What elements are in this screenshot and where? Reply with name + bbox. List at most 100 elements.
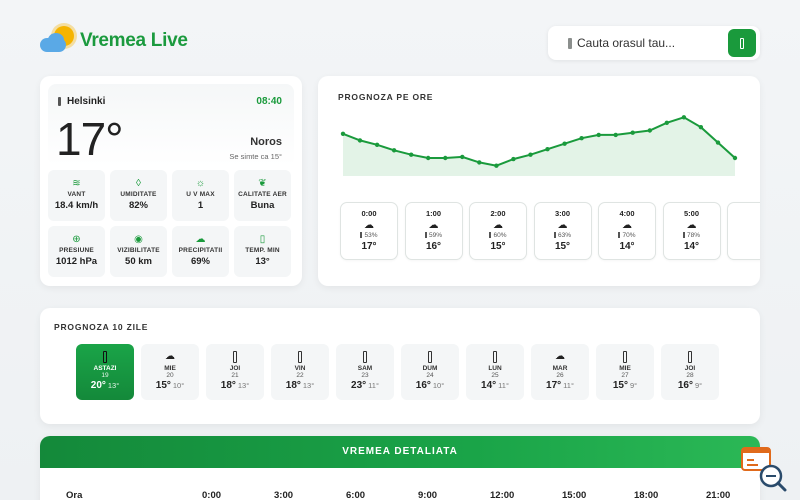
chart-point [647,128,652,133]
rain-icon [596,351,654,363]
hourly-item[interactable]: 2:00 ☁ 60% 15° [469,202,527,260]
day-max: 18° [285,380,301,391]
day-max: 15° [155,380,171,391]
hourly-temp: 16° [425,241,442,252]
floating-widget-icon[interactable] [740,446,788,492]
hourly-item[interactable] [727,202,760,260]
day-max: 23° [351,380,367,391]
cloud-icon: ☁ [364,220,374,231]
day-name: ASTAZI [93,365,117,372]
daily-item[interactable]: JOI 21 18° 13° [206,344,264,400]
day-max: 17° [546,380,562,391]
chart-point [409,152,414,157]
stat-value: 18.4 km/h [54,200,99,211]
chart-point [664,120,669,125]
chart-point [528,152,533,157]
stat-value: 50 km [125,256,152,267]
daily-item[interactable]: ☁ MIE 20 15° 10° [141,344,199,400]
wind-icon: ≋ [72,178,81,189]
rain-glyph [623,351,627,363]
stat-value: 13° [255,256,270,267]
daily-item[interactable]: SAM 23 23° 11° [336,344,394,400]
day-max: 16° [677,380,693,391]
day-name: SAM [357,365,373,372]
chart-point [391,148,397,153]
daily-item[interactable]: MIE 27 15° 9° [596,344,654,400]
hourly-precip: 78% [664,232,720,239]
daily-item[interactable]: ASTAZI 19 20° 13° [76,344,134,400]
day-temps: 15° 10° [141,380,199,391]
hourly-item[interactable]: 1:00 ☁ 59% 16° [404,202,463,260]
day-max: 14° [481,380,497,391]
detailed-hour: 9:00 [418,490,438,500]
stat-label: PRESIUNE [59,247,94,254]
detailed-weather-section: VREMEA DETALIATA Ora 0:00 3:00 6:00 9:00 12:0… [40,436,760,500]
rain-icon [424,232,427,238]
rain-icon [618,232,621,238]
current-temperature: 17° [56,113,124,165]
detailed-title: VREMEA DETALIATA [40,436,760,468]
day-temps: 18° 13° [271,380,329,391]
rain-glyph [493,351,497,363]
day-min: 10° [432,381,445,390]
daily-list: ASTAZI 19 20° 13° ☁ MIE 20 15° 10° JOI 21 18° 13° VIN… [76,344,726,400]
day-min: 9° [694,381,703,390]
day-name: MIE [619,365,631,372]
cloud-icon: ☁ [531,351,589,363]
hourly-temperature-chart [340,115,738,176]
hourly-time: 4:00 [619,209,635,218]
rain-icon [553,232,556,238]
hourly-precip: 59% [406,232,462,239]
rain-icon [360,232,363,238]
hourly-temp: 17° [361,241,377,252]
detailed-hour: 0:00 [202,490,222,500]
hourly-item[interactable]: 3:00 ☁ 63% 15° [533,202,592,260]
day-date: 22 [296,372,304,379]
sun-icon: ☼ [195,178,206,189]
day-date: 28 [686,372,694,379]
hourly-item[interactable]: 0:00 ☁ 53% 17° [340,202,398,260]
hourly-precip: 53% [341,232,397,239]
cloud-icon: ☁ [141,351,199,363]
rain-glyph [363,351,367,363]
daily-item[interactable]: ☁ MAR 26 17° 11° [531,344,589,400]
stat-label: VANT [67,191,86,198]
search-input[interactable] [577,36,717,50]
chart-point [613,132,618,138]
search-button-icon [740,37,744,49]
daily-item[interactable]: LUN 25 14° 11° [466,344,524,400]
chart-point [698,125,704,130]
day-date: 25 [491,372,499,379]
hourly-item[interactable]: 5:00 ☁ 78% 14° [662,202,721,260]
stat-tile: ❦ CALITATE AER Buna [234,170,291,221]
hourly-item[interactable]: 4:00 ☁ 70% 14° [598,202,656,260]
droplet-icon: ◊ [136,178,141,189]
search-button[interactable] [728,29,756,57]
daily-item[interactable]: VIN 22 18° 13° [271,344,329,400]
day-name: JOI [684,365,696,372]
day-date: 20 [166,372,174,379]
chart-point [374,142,380,147]
search-bar [548,26,760,60]
stat-value: 82% [128,200,148,211]
day-temps: 16° 9° [661,380,719,391]
thermometer-icon: ▯ [259,234,266,245]
rain-icon [682,232,685,238]
hourly-time: 0:00 [361,209,377,218]
app-logo[interactable]: Vremea Live [40,24,188,58]
day-min: 11° [368,381,379,390]
daily-item[interactable]: DUM 24 16° 10° [401,344,459,400]
day-date: 23 [361,372,369,379]
rain-glyph [688,351,692,363]
hourly-temp: 15° [490,241,506,252]
cloud-rain-icon: ☁ [195,234,206,245]
stat-value: 69% [190,256,210,267]
chart-point [511,156,516,162]
day-max: 15° [612,380,628,391]
day-temps: 23° 11° [336,380,394,391]
rain-icon [271,351,329,363]
daily-item[interactable]: JOI 28 16° 9° [661,344,719,400]
hourly-title: PROGNOZA PE ORE [338,92,434,102]
day-min: 10° [172,381,185,390]
stat-label: CALITATE AER [238,191,287,198]
